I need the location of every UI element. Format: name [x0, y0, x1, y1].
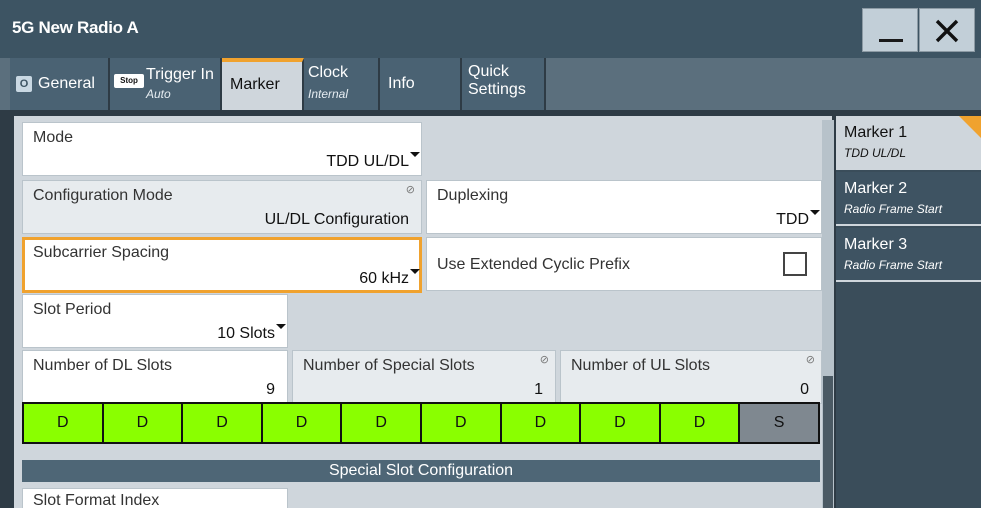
slot-cell[interactable]: D — [103, 404, 182, 442]
marker-item-2[interactable]: Marker 2 Radio Frame Start — [836, 172, 981, 226]
close-icon — [935, 19, 959, 43]
duplexing-value: TDD — [776, 211, 809, 228]
slot-cell-special[interactable]: S — [740, 404, 818, 442]
marker-list: Marker 1 TDD UL/DL Marker 2 Radio Frame … — [836, 116, 981, 508]
tab-settings-label: Settings — [468, 81, 526, 98]
special-slots-label: Number of Special Slots — [303, 357, 475, 374]
minimize-icon — [879, 39, 903, 42]
subcarrier-spacing-label: Subcarrier Spacing — [33, 244, 170, 261]
stop-badge-icon: Stop — [114, 74, 144, 88]
slot-cell[interactable]: D — [183, 404, 261, 442]
tab-info[interactable]: Info — [380, 58, 462, 110]
dropdown-arrow-icon — [276, 324, 286, 329]
mode-label: Mode — [33, 129, 74, 146]
slot-period-value: 10 Slots — [217, 325, 275, 342]
dl-slots-value: 9 — [266, 381, 275, 398]
tab-trigger-in-sub: Auto — [146, 87, 171, 101]
tab-trigger-in-label: Trigger In — [146, 66, 214, 83]
marker-mode: Radio Frame Start — [844, 258, 943, 272]
dl-slots-label: Number of DL Slots — [33, 357, 173, 374]
tab-quick-settings[interactable]: Quick Settings — [462, 58, 546, 110]
ul-slots-label: Number of UL Slots — [571, 357, 711, 374]
close-button[interactable] — [919, 8, 975, 52]
slot-cell[interactable]: D — [262, 404, 341, 442]
marker-name: Marker 1 — [844, 124, 908, 141]
duplexing-select[interactable]: Duplexing TDD — [426, 180, 822, 234]
slot-format-index-label: Slot Format Index — [33, 492, 160, 508]
special-slots-value: 1 — [534, 381, 543, 398]
slot-cell[interactable]: D — [501, 404, 580, 442]
mode-select[interactable]: Mode TDD UL/DL — [22, 122, 422, 176]
slot-pattern-display: D D D D D D D D D S — [22, 402, 820, 444]
slot-cell[interactable]: D — [342, 404, 420, 442]
marker-item-3[interactable]: Marker 3 Radio Frame Start — [836, 228, 981, 282]
slot-cell[interactable]: D — [421, 404, 500, 442]
configuration-mode-field: Configuration Mode UL/DL Configuration ⊘ — [22, 180, 422, 234]
tab-marker[interactable]: Marker — [222, 58, 304, 110]
power-off-icon: O — [16, 76, 32, 92]
slot-cell[interactable]: D — [660, 404, 739, 442]
tab-bar: O General Stop Trigger In Auto Marker Cl… — [0, 58, 981, 110]
tab-clock-label: Clock — [308, 64, 349, 81]
marker-mode: TDD UL/DL — [844, 146, 907, 160]
read-only-icon: ⊘ — [805, 354, 815, 366]
ul-slots-field: Number of UL Slots 0 ⊘ — [560, 350, 822, 404]
tab-marker-label: Marker — [230, 76, 280, 93]
read-only-icon: ⊘ — [405, 184, 415, 196]
special-slots-field: Number of Special Slots 1 ⊘ — [292, 350, 556, 404]
marker-name: Marker 2 — [844, 180, 908, 197]
extended-cyclic-prefix-label: Use Extended Cyclic Prefix — [437, 256, 630, 273]
dropdown-arrow-icon — [810, 210, 820, 215]
tab-trigger-in[interactable]: Stop Trigger In Auto — [110, 58, 222, 110]
scrollbar-thumb[interactable] — [823, 376, 833, 508]
marker-name: Marker 3 — [844, 236, 908, 253]
slot-format-index-select[interactable]: Slot Format Index — [22, 488, 288, 508]
tab-info-label: Info — [388, 75, 415, 92]
slot-cell[interactable]: D — [581, 404, 659, 442]
subcarrier-spacing-value: 60 kHz — [359, 270, 409, 287]
dl-slots-input[interactable]: Number of DL Slots 9 — [22, 350, 288, 404]
tab-general-label: General — [38, 75, 95, 92]
selected-corner-icon — [959, 116, 981, 138]
extended-cyclic-prefix-field: Use Extended Cyclic Prefix — [426, 237, 822, 291]
mode-value: TDD UL/DL — [326, 153, 409, 170]
minimize-button[interactable] — [862, 8, 918, 52]
duplexing-label: Duplexing — [437, 187, 509, 204]
marker-item-1[interactable]: Marker 1 TDD UL/DL — [836, 116, 981, 170]
slot-cell[interactable]: D — [24, 404, 102, 442]
window-title: 5G New Radio A — [12, 18, 139, 37]
special-slot-section-header: Special Slot Configuration — [22, 460, 820, 482]
title-bar: 5G New Radio A — [0, 0, 981, 58]
read-only-icon: ⊘ — [539, 354, 549, 366]
content-scrollbar[interactable] — [822, 120, 834, 508]
subcarrier-spacing-select[interactable]: Subcarrier Spacing 60 kHz — [22, 237, 422, 293]
ul-slots-value: 0 — [800, 381, 809, 398]
dropdown-arrow-icon — [410, 269, 420, 274]
dropdown-arrow-icon — [410, 152, 420, 157]
tab-quick-label: Quick — [468, 63, 509, 80]
slot-period-label: Slot Period — [33, 301, 112, 318]
configuration-mode-label: Configuration Mode — [33, 187, 173, 204]
tab-clock-sub: Internal — [308, 87, 349, 101]
marker-mode: Radio Frame Start — [844, 202, 943, 216]
tab-clock[interactable]: Clock Internal — [304, 58, 380, 110]
extended-cyclic-prefix-checkbox[interactable] — [783, 252, 807, 276]
configuration-mode-value: UL/DL Configuration — [264, 211, 409, 228]
marker-settings-panel: Mode TDD UL/DL Configuration Mode UL/DL … — [14, 116, 832, 508]
tab-general[interactable]: O General — [10, 58, 110, 110]
slot-period-select[interactable]: Slot Period 10 Slots — [22, 294, 288, 348]
